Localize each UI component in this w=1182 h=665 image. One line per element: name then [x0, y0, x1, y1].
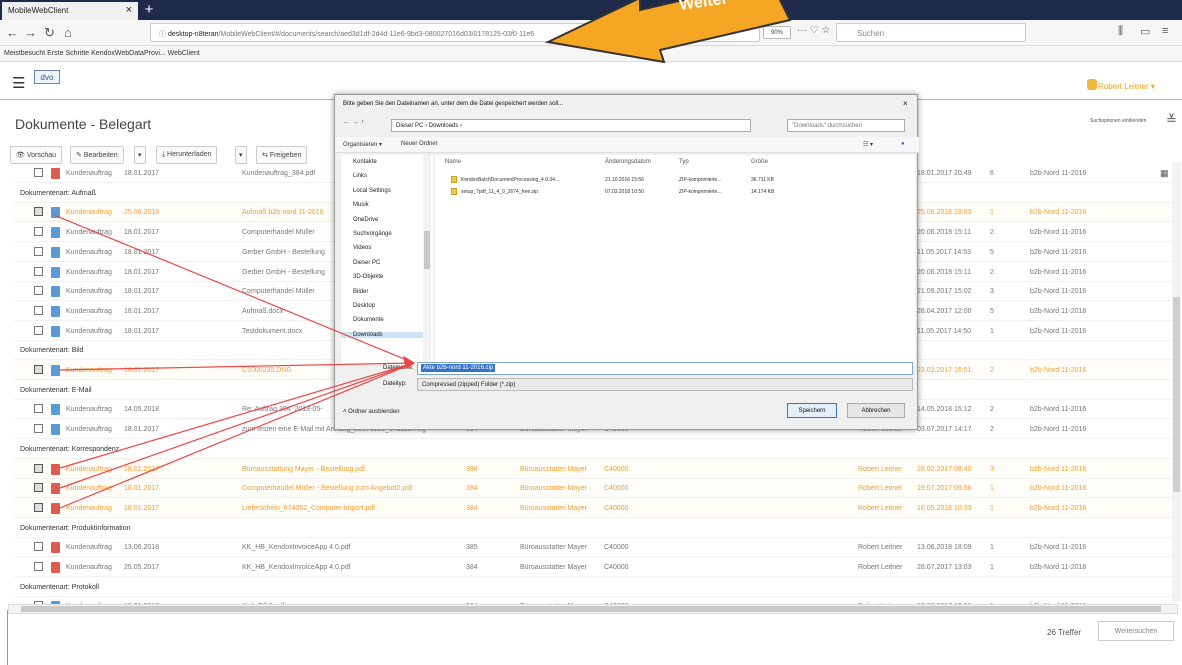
red-arrow-line [59, 362, 415, 469]
red-arrow-line [59, 362, 415, 509]
orange-arrow-shape [544, 0, 792, 64]
red-arrow-line [59, 362, 415, 371]
red-arrow-line [53, 214, 415, 364]
red-arrow-line [59, 362, 415, 489]
callout-arrow: Weiter [544, 0, 792, 64]
red-arrowhead [403, 355, 416, 369]
red-arrows [53, 214, 416, 509]
annotation-overlay: Weiter [53, 0, 792, 509]
